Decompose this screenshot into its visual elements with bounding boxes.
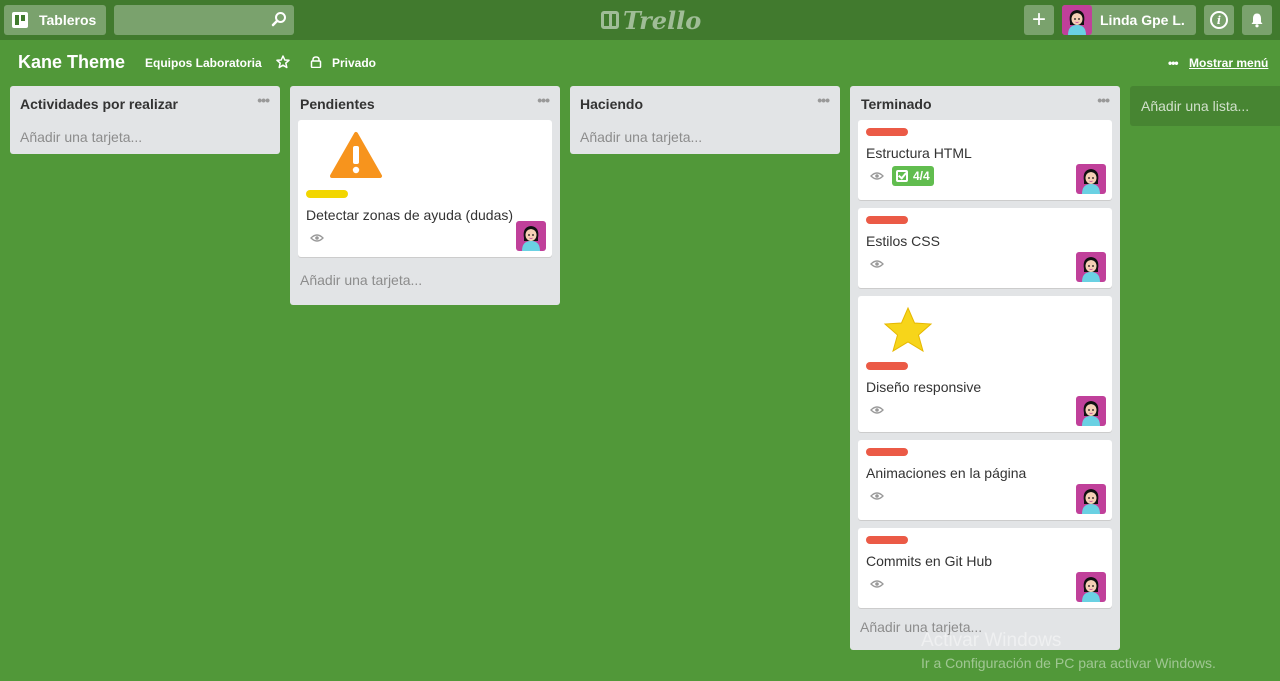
avatar	[1062, 5, 1092, 35]
windows-activation-text: Ir a Configuración de PC para activar Wi…	[921, 655, 1216, 671]
eye-icon	[870, 406, 884, 414]
list-header: Terminado •••	[850, 86, 1120, 120]
card[interactable]: Animaciones en la página	[858, 440, 1112, 520]
card[interactable]: Diseño responsive	[858, 296, 1112, 432]
card[interactable]: Commits en Git Hub	[858, 528, 1112, 608]
card-title: Diseño responsive	[866, 379, 982, 395]
card-badges: 4/4	[866, 162, 1104, 190]
checklist-icon	[896, 170, 908, 182]
avatar[interactable]	[1076, 252, 1106, 282]
card[interactable]: Estructura HTML 4/4	[858, 120, 1112, 200]
checklist-badge: 4/4	[892, 166, 934, 186]
plus-icon: +	[1031, 6, 1046, 33]
notifications-button[interactable]	[1242, 5, 1272, 35]
card-badges	[866, 570, 1104, 598]
info-icon: i	[1210, 11, 1228, 29]
list-menu-icon[interactable]: •••	[1097, 92, 1110, 108]
card-title: Commits en Git Hub	[866, 553, 993, 569]
list-title[interactable]: Haciendo	[580, 96, 643, 112]
list-header: Pendientes •••	[290, 86, 560, 120]
logo-text: Trello	[623, 5, 702, 35]
warning-icon	[327, 129, 385, 181]
avatar[interactable]	[1076, 484, 1106, 514]
user-menu-button[interactable]: Linda Gpe L.	[1062, 5, 1196, 35]
board-title[interactable]: Kane Theme	[18, 52, 125, 73]
eye-icon	[870, 260, 884, 268]
add-button[interactable]: +	[1024, 5, 1054, 35]
card[interactable]: Estilos CSS	[858, 208, 1112, 288]
avatar[interactable]	[516, 221, 546, 251]
list-haciendo: Haciendo ••• Añadir una tarjeta...	[570, 86, 840, 154]
card-badges	[866, 396, 1104, 424]
show-menu-link[interactable]: Mostrar menú	[1189, 56, 1268, 70]
boards-button[interactable]: Tableros	[4, 5, 106, 35]
card-label	[866, 128, 908, 136]
search-icon[interactable]	[271, 11, 287, 27]
card-title: Estructura HTML	[866, 145, 972, 161]
card-badges	[306, 224, 544, 252]
top-header: Tableros Trello + Linda Gpe L. i	[0, 0, 1280, 40]
list-title[interactable]: Actividades por realizar	[20, 96, 178, 112]
bell-icon	[1251, 13, 1263, 28]
list-header: Haciendo •••	[570, 86, 840, 120]
list-terminado: Terminado ••• Estructura HTML 4/4 Estilo…	[850, 86, 1120, 650]
add-card-button[interactable]: Añadir una tarjeta...	[290, 265, 560, 305]
card-label	[306, 190, 348, 198]
eye-icon	[870, 172, 884, 180]
card-title: Estilos CSS	[866, 233, 940, 249]
lock-icon	[310, 56, 322, 68]
eye-icon	[870, 492, 884, 500]
card-label	[866, 362, 908, 370]
info-button[interactable]: i	[1204, 5, 1234, 35]
avatar[interactable]	[1076, 396, 1106, 426]
add-list-button[interactable]: Añadir una lista...	[1130, 86, 1280, 126]
sticker	[866, 303, 1104, 360]
trello-logo-icon	[601, 11, 619, 29]
add-card-button[interactable]: Añadir una tarjeta...	[10, 120, 280, 154]
card-label	[866, 216, 908, 224]
windows-activation-title: Activar Windows	[921, 630, 1062, 651]
list-pendientes: Pendientes ••• Detectar zonas de ayuda (…	[290, 86, 560, 305]
card[interactable]: Detectar zonas de ayuda (dudas)	[298, 120, 552, 257]
eye-icon	[870, 580, 884, 588]
list-title[interactable]: Terminado	[861, 96, 932, 112]
card-label	[866, 448, 908, 456]
checklist-count: 4/4	[913, 169, 930, 183]
sticker	[306, 128, 544, 188]
list-header: Actividades por realizar •••	[10, 86, 280, 120]
board-visibility[interactable]: Privado	[332, 56, 376, 70]
card-badges	[866, 482, 1104, 510]
list-menu-icon[interactable]: •••	[257, 92, 270, 108]
boards-icon	[12, 12, 28, 28]
more-icon[interactable]: •••	[1168, 56, 1179, 70]
card-label	[866, 536, 908, 544]
add-card-button[interactable]: Añadir una tarjeta...	[570, 120, 840, 154]
search-input[interactable]	[114, 5, 294, 35]
eye-icon	[310, 234, 324, 242]
board-team[interactable]: Equipos Laboratoria	[145, 56, 262, 70]
user-name: Linda Gpe L.	[1100, 12, 1185, 28]
trello-logo[interactable]: Trello	[601, 5, 702, 35]
avatar[interactable]	[1076, 164, 1106, 194]
list-menu-icon[interactable]: •••	[817, 92, 830, 108]
boards-label: Tableros	[39, 12, 97, 28]
list-menu-icon[interactable]: •••	[537, 92, 550, 108]
card-title: Animaciones en la página	[866, 465, 1027, 481]
list-actividades: Actividades por realizar ••• Añadir una …	[10, 86, 280, 154]
star-sticker-icon	[880, 303, 936, 356]
avatar[interactable]	[1076, 572, 1106, 602]
card-title: Detectar zonas de ayuda (dudas)	[306, 207, 514, 223]
list-title[interactable]: Pendientes	[300, 96, 375, 112]
card-badges	[866, 250, 1104, 278]
star-icon[interactable]	[276, 55, 290, 69]
